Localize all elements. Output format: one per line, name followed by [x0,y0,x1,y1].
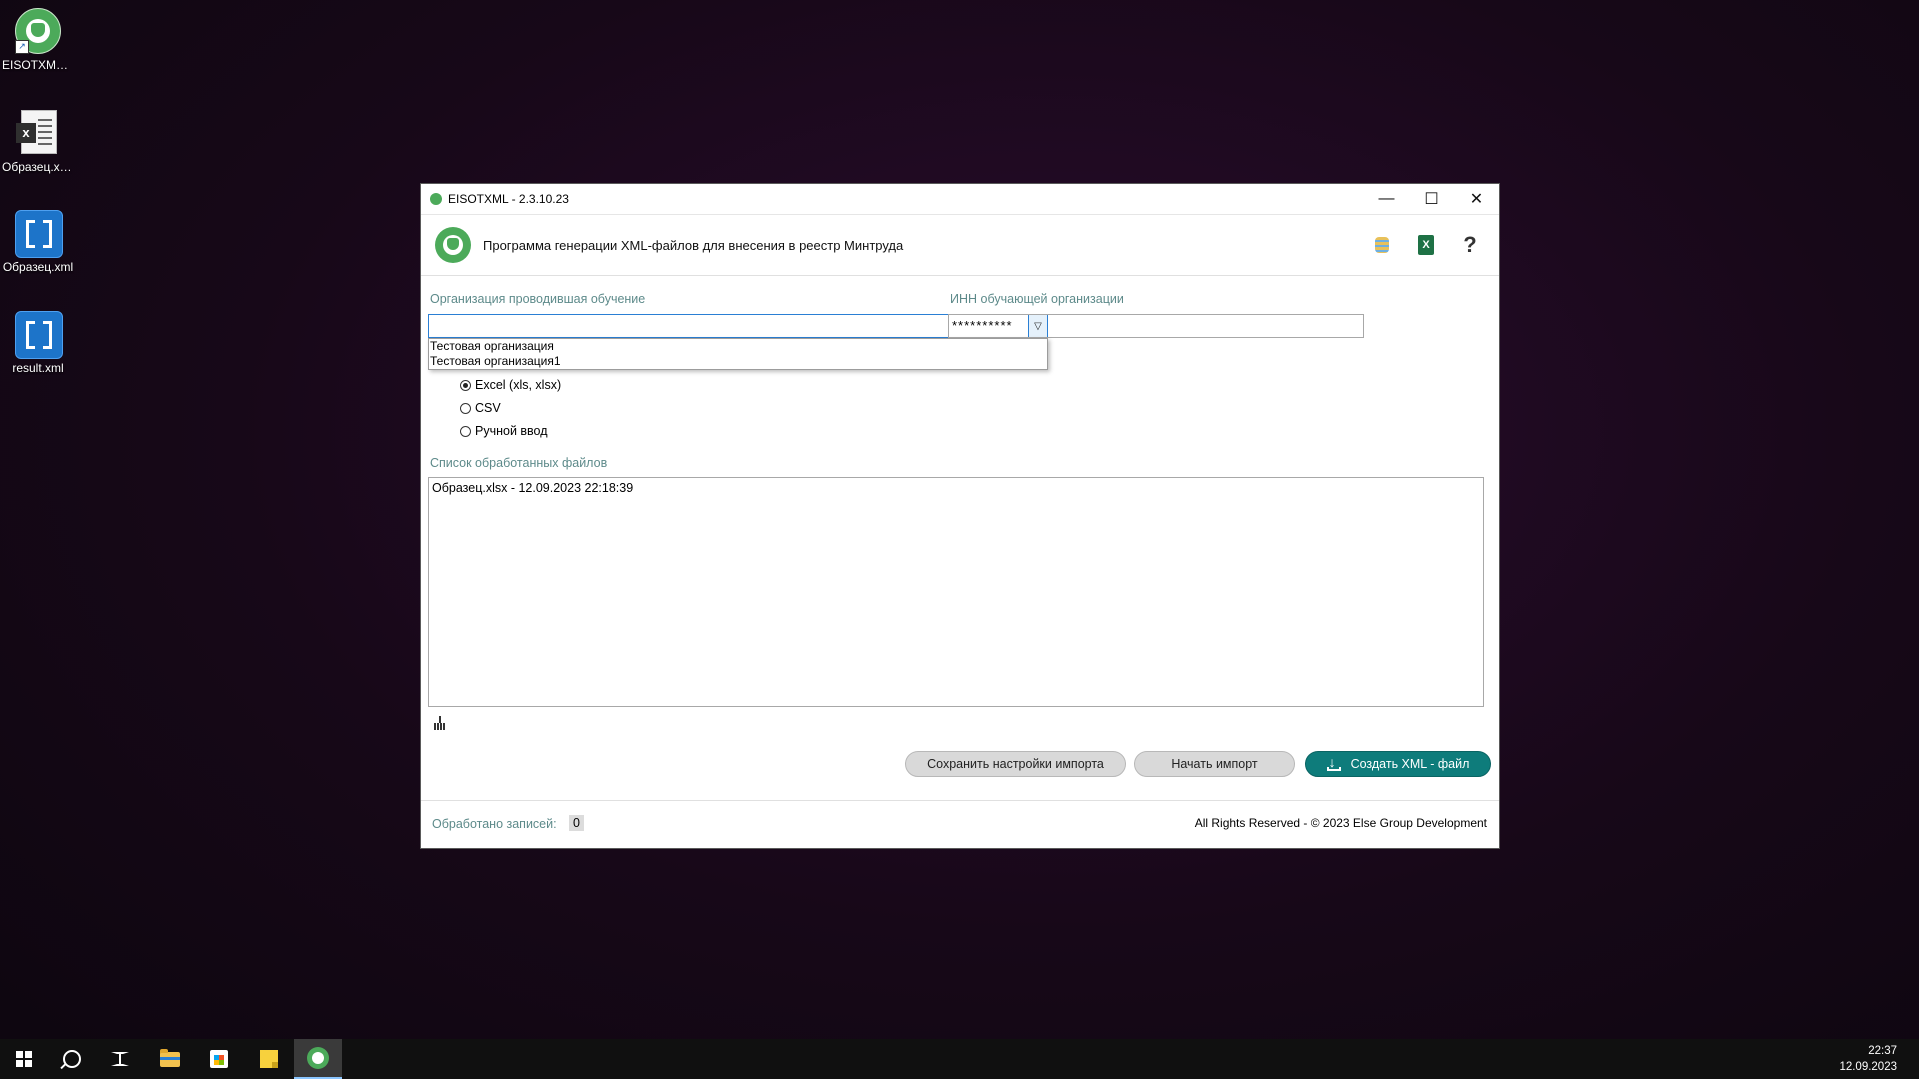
desktop-icon-eisotxml[interactable]: ↗ EISOTXML.... [2,8,74,72]
radio-button[interactable] [460,402,471,414]
create-xml-button[interactable]: Создать XML - файл [1305,751,1491,777]
title-bar[interactable]: EISOTXML - 2.3.10.23 — ☐ ✕ [421,184,1499,215]
excel-file-icon: x [16,110,57,154]
xml-file-icon [15,311,63,359]
processed-label: Обработано записей: [432,817,557,831]
sticky-notes-button[interactable] [245,1039,293,1079]
store-button[interactable] [195,1039,243,1079]
app-header-title: Программа генерации XML-файлов для внесе… [483,237,904,253]
start-import-button[interactable]: Начать импорт [1134,751,1295,777]
task-view-icon [111,1052,129,1066]
org-option[interactable]: Тестовая организация1 [429,354,1047,369]
radio-label: Ручной ввод [475,424,548,438]
help-button[interactable]: ? [1455,230,1485,260]
desktop-icon-sample-xlsx[interactable]: x Образец.xlsx [2,110,74,174]
radio-button[interactable] [460,425,471,437]
save-import-settings-button[interactable]: Сохранить настройки импорта [905,751,1126,777]
search-icon [63,1050,81,1068]
eisotxml-taskbar-button[interactable] [294,1039,342,1079]
sticky-notes-icon [260,1050,278,1068]
org-dropdown-list: Тестовая организация Тестовая организаци… [428,338,1048,370]
xml-file-icon [15,210,63,258]
clock-date: 12.09.2023 [1839,1061,1897,1073]
processed-count-badge: 0 [569,815,584,831]
help-icon: ? [1463,232,1477,257]
close-button[interactable]: ✕ [1454,184,1499,214]
maximize-button[interactable]: ☐ [1409,184,1454,214]
start-icon [16,1051,32,1067]
eisotxml-window: EISOTXML - 2.3.10.23 — ☐ ✕ Программа ген… [420,183,1500,849]
org-label: Организация проводившая обучение [430,292,646,306]
download-icon [1326,754,1341,771]
clock-time: 22:37 [1868,1045,1897,1057]
taskbar: 22:37 12.09.2023 [0,1039,1919,1079]
shortcut-arrow-icon: ↗ [15,40,29,54]
database-icon [1375,237,1389,253]
desktop-icon-label: result.xml [12,361,64,375]
system-clock[interactable]: 22:37 12.09.2023 [1839,1043,1897,1075]
radio-excel[interactable]: Excel (xls, xlsx) [460,378,561,392]
desktop-icon-label: Образец.xml [2,260,74,274]
copyright-text: All Rights Reserved - © 2023 Else Group … [1194,816,1487,830]
desktop-icon-label: Образец.xlsx [2,160,74,174]
app-logo-icon [435,227,471,263]
radio-button-checked[interactable] [460,379,471,391]
radio-label: CSV [475,401,501,415]
radio-csv[interactable]: CSV [460,401,501,415]
desktop-icon-sample-xml[interactable]: Образец.xml [2,210,74,274]
inn-input[interactable]: ********** [948,314,1364,338]
list-item[interactable]: Образец.xlsx - 12.09.2023 22:18:39 [429,478,1483,498]
task-view-button[interactable] [96,1039,144,1079]
file-explorer-icon [160,1048,180,1067]
window-title: EISOTXML - 2.3.10.23 [448,192,569,206]
app-icon [430,193,442,205]
files-list[interactable]: Образец.xlsx - 12.09.2023 22:18:39 [428,477,1484,707]
app-header: Программа генерации XML-файлов для внесе… [421,215,1499,276]
clear-list-broom-icon[interactable] [434,716,446,730]
search-button[interactable] [48,1039,96,1079]
radio-label: Excel (xls, xlsx) [475,378,562,392]
excel-export-button[interactable]: X [1411,230,1441,260]
files-list-label: Список обработанных файлов [430,456,608,470]
desktop-icon-label: EISOTXML.... [2,58,74,72]
file-explorer-button[interactable] [146,1039,194,1079]
radio-manual[interactable]: Ручной ввод [460,424,548,438]
desktop-icon-result-xml[interactable]: result.xml [2,311,74,375]
inn-label: ИНН обучающей организации [950,292,1124,306]
status-bar: Обработано записей: 0 All Rights Reserve… [421,800,1499,849]
database-button[interactable] [1367,230,1397,260]
org-option[interactable]: Тестовая организация [429,339,1047,354]
minimize-button[interactable]: — [1364,184,1409,214]
create-xml-label: Создать XML - файл [1350,757,1470,771]
excel-export-icon: X [1418,235,1434,255]
store-icon [210,1050,228,1068]
start-button[interactable] [0,1039,48,1079]
eisotxml-icon [307,1047,329,1069]
